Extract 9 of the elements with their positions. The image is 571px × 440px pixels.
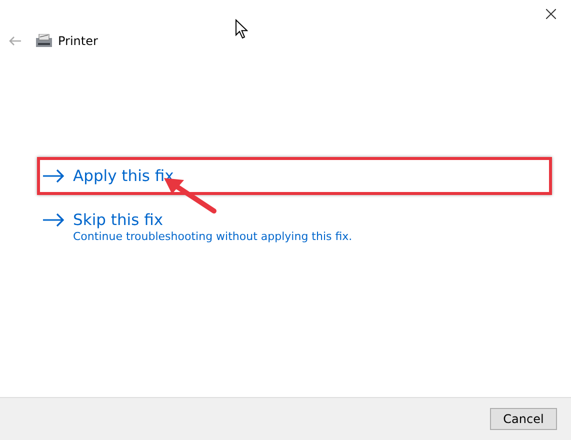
close-button[interactable] [543,6,559,22]
cancel-button[interactable]: Cancel [490,408,557,430]
mouse-pointer-icon [235,19,248,39]
skip-fix-link[interactable]: Skip this fix [42,211,164,229]
option-description: Continue troubleshooting without applying this fix. [72,230,352,243]
printer-icon [36,34,52,48]
window-title: Printer [58,34,98,48]
arrow-right-icon [42,213,65,227]
arrow-right-icon [42,169,65,183]
